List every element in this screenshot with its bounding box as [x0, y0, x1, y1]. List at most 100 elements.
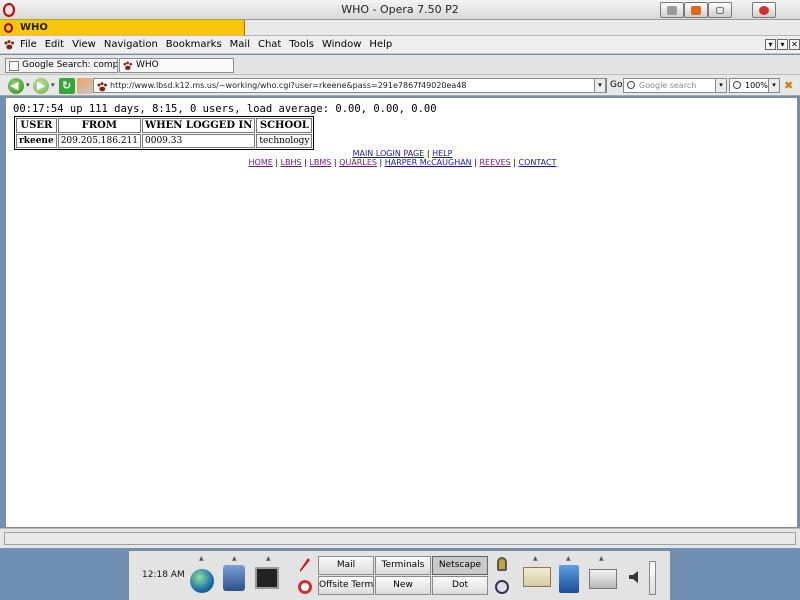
panel-button-netscape[interactable]: Netscape [432, 556, 488, 575]
home-button[interactable] [77, 78, 93, 94]
panel-button-terminals[interactable]: Terminals [375, 556, 431, 575]
search-icon [627, 81, 635, 89]
search-input[interactable]: Google search [623, 78, 718, 93]
caret-up-icon[interactable]: ▲ [199, 555, 204, 562]
forward-arrow-icon: ▶ [37, 79, 46, 92]
school-links: HOME | LBHS | LBMS | QUARLES | HARPER Mc… [6, 158, 799, 167]
link-separator: | [513, 158, 516, 167]
menu-chat[interactable]: Chat [257, 39, 282, 50]
tab-label: WHO [136, 60, 159, 70]
address-dropdown[interactable]: ▾ [594, 78, 606, 93]
search-engine-dropdown[interactable]: ▾ [715, 78, 727, 93]
menu-edit[interactable]: Edit [44, 39, 65, 50]
reload-button[interactable]: ↻ [59, 78, 75, 94]
menu-help[interactable]: Help [368, 39, 393, 50]
globe-icon[interactable] [190, 569, 214, 593]
tab-who[interactable]: WHO [119, 58, 234, 73]
back-history-dropdown[interactable]: ▾ [26, 81, 30, 89]
link-lbhs[interactable]: LBHS [281, 158, 302, 167]
menu-file[interactable]: File [19, 39, 38, 50]
zoom-field[interactable]: 100% [729, 78, 770, 93]
panel-button-mail[interactable]: Mail [318, 556, 374, 575]
column-header-user: USER [16, 118, 57, 133]
menu-restore-button[interactable]: ▾ [777, 39, 788, 50]
menu-mail[interactable]: Mail [229, 39, 251, 50]
go-button[interactable]: Go [610, 80, 622, 90]
forward-button[interactable]: ▶ [33, 78, 49, 94]
power-icon[interactable] [495, 580, 509, 594]
cell-from: 209.205.186.211 [57, 134, 141, 148]
caret-up-icon[interactable]: ▲ [232, 555, 237, 562]
minimize-button[interactable] [684, 2, 708, 18]
link-separator: | [426, 149, 430, 158]
column-header-school: SCHOOL [256, 118, 313, 133]
caret-up-icon[interactable]: ▲ [533, 555, 538, 562]
tab-label: Google Search: comp.c... [22, 60, 118, 70]
table-row: rkeene 209.205.186.211 0009.33 technolog… [16, 134, 313, 148]
speaker-icon[interactable] [627, 569, 643, 585]
caret-up-icon[interactable]: ▲ [599, 555, 604, 562]
menu-view[interactable]: View [71, 39, 97, 50]
lock-icon[interactable] [497, 557, 507, 571]
link-separator: | [333, 158, 337, 167]
zoom-dropdown[interactable]: ▾ [768, 78, 780, 93]
menu-navigation[interactable]: Navigation [103, 39, 159, 50]
cell-user: rkeene [16, 134, 57, 148]
tab-google-search[interactable]: Google Search: comp.c... [5, 58, 118, 73]
address-url: http://www.lbsd.k12.ms.us/~working/who.c… [110, 81, 467, 90]
opera-logo-icon [4, 23, 13, 33]
paw-icon [123, 61, 133, 70]
panel-button-dot[interactable]: Dot [432, 576, 488, 595]
address-input[interactable]: http://www.lbsd.k12.ms.us/~working/who.c… [93, 78, 607, 93]
caret-up-icon[interactable]: ▲ [266, 555, 271, 562]
zoom-value: 100% [745, 81, 768, 90]
maximize-button[interactable] [708, 2, 732, 18]
uptime-text: 00:17:54 up 111 days, 8:15, 0 users, loa… [13, 103, 437, 115]
link-separator: | [379, 158, 383, 167]
desktop-panel: 12:18 AM ▲ ▲ ▲ Mail Terminals Netscape O… [128, 550, 671, 600]
link-help[interactable]: HELP [432, 149, 452, 158]
link-quarles[interactable]: QUARLES [339, 158, 377, 167]
table-header-row: USER FROM WHEN LOGGED IN SCHOOL [16, 118, 313, 133]
printer-icon[interactable] [589, 569, 617, 589]
link-lbms[interactable]: LBMS [309, 158, 331, 167]
stop-icon[interactable]: ✖ [784, 79, 793, 92]
cell-school: technology [256, 134, 313, 148]
close-button[interactable] [752, 2, 776, 18]
caret-up-icon[interactable]: ▲ [566, 555, 571, 562]
menu-window[interactable]: Window [321, 39, 362, 50]
link-reeves[interactable]: REEVES [479, 158, 510, 167]
help-lifebuoy-icon[interactable] [298, 580, 312, 594]
shade-icon [667, 6, 677, 15]
menu-tools[interactable]: Tools [288, 39, 315, 50]
pen-icon[interactable] [299, 557, 311, 573]
link-home[interactable]: HOME [249, 158, 273, 167]
shade-button[interactable] [660, 2, 684, 18]
status-field [4, 532, 796, 545]
window-titlebar[interactable]: WHO - Opera 7.50 P2 [0, 0, 800, 20]
maximize-icon [716, 7, 724, 14]
terminal-icon[interactable] [255, 567, 279, 589]
link-contact[interactable]: CONTACT [519, 158, 557, 167]
close-icon [759, 6, 769, 15]
file-manager-icon[interactable] [223, 565, 245, 591]
mail-envelope-icon[interactable] [523, 567, 551, 587]
login-links: MAIN LOGIN PAGE | HELP [6, 149, 799, 158]
panel-button-offsite-term[interactable]: Offsite Term [318, 576, 374, 595]
document-tab-label: WHO [20, 22, 48, 33]
link-main-login-page[interactable]: MAIN LOGIN PAGE [353, 149, 425, 158]
menu-close-button[interactable]: ✕ [789, 39, 800, 50]
forward-history-dropdown[interactable]: ▾ [51, 81, 55, 89]
column-header-when-logged-in: WHEN LOGGED IN [142, 118, 256, 133]
menu-minimize-button[interactable]: ▾ [765, 39, 776, 50]
volume-slider[interactable] [649, 561, 656, 595]
menu-bookmarks[interactable]: Bookmarks [165, 39, 223, 50]
link-harper-mccaughan[interactable]: HARPER McCAUGHAN [385, 158, 472, 167]
link-separator: | [275, 158, 279, 167]
document-tab-who[interactable]: WHO [0, 20, 245, 36]
back-button[interactable]: ◀ [8, 78, 24, 94]
status-bar [0, 528, 800, 548]
column-header-from: FROM [57, 118, 141, 133]
panel-button-new[interactable]: New [375, 576, 431, 595]
computer-tower-icon[interactable] [559, 565, 579, 593]
